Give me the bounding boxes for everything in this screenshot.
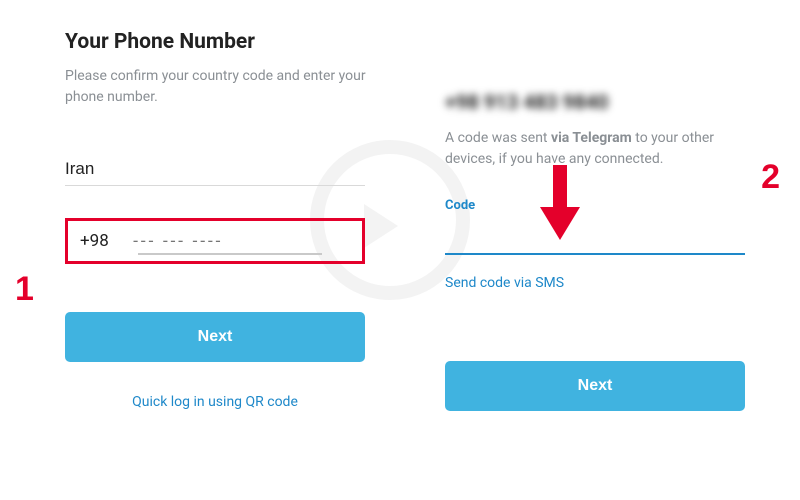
annotation-number-1: 1 [15, 270, 34, 309]
code-field-label: Code [445, 198, 760, 213]
send-sms-link[interactable]: Send code via SMS [445, 275, 760, 291]
next-button-code[interactable]: Next [445, 361, 745, 411]
phone-display-masked: +98 913 483 9840 [445, 90, 760, 114]
phone-number-input[interactable] [133, 231, 354, 251]
phone-entry-panel: Your Phone Number Please confirm your co… [0, 0, 410, 500]
next-button[interactable]: Next [65, 312, 365, 362]
quick-login-link[interactable]: Quick log in using QR code [65, 394, 365, 410]
phone-input-row: +98 [65, 218, 365, 264]
code-entry-panel: +98 913 483 9840 A code was sent via Tel… [410, 0, 800, 500]
code-msg-bold: via Telegram [551, 130, 632, 146]
country-select[interactable] [65, 153, 365, 186]
code-sent-message: A code was sent via Telegram to your oth… [445, 128, 760, 170]
dial-code: +98 [80, 231, 109, 251]
page-title: Your Phone Number [65, 30, 380, 54]
code-input[interactable] [445, 219, 745, 255]
annotation-number-2: 2 [761, 158, 780, 197]
code-msg-prefix: A code was sent [445, 130, 551, 146]
two-panel-container: Your Phone Number Please confirm your co… [0, 0, 800, 500]
input-underline [138, 253, 322, 255]
subtitle-text: Please confirm your country code and ent… [65, 66, 380, 108]
